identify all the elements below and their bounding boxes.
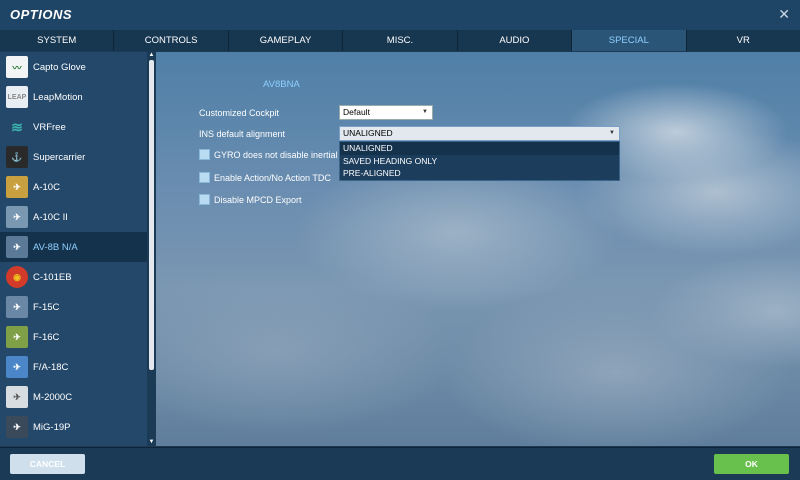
customized-cockpit-label: Customized Cockpit [199, 108, 280, 118]
ins-option-saved-heading[interactable]: SAVED HEADING ONLY [340, 155, 619, 168]
sidebar-item-label: F-16C [33, 331, 60, 343]
sidebar-item-label: C-101EB [33, 271, 72, 283]
leapmotion-logo-icon: LEAP [6, 86, 28, 108]
gyro-checkbox[interactable] [199, 149, 210, 160]
m-2000c-icon: ✈ [6, 386, 28, 408]
a-10c-ii-icon: ✈ [6, 206, 28, 228]
ok-button[interactable]: OK [714, 454, 789, 474]
vrfree-logo-icon: ≋ [11, 118, 23, 135]
sidebar-item-label: Supercarrier [33, 151, 86, 163]
customized-cockpit-select[interactable]: Default ▼ [339, 105, 433, 120]
tab-controls[interactable]: CONTROLS [114, 30, 229, 51]
module-sidebar: 〰 Capto Glove LEAP LeapMotion ≋ VRFree ⚓… [0, 52, 147, 446]
scroll-up-icon[interactable]: ▲ [147, 52, 156, 59]
title-bar: OPTIONS ✕ [0, 0, 800, 30]
mpcd-export-checkbox-row[interactable]: Disable MPCD Export [199, 194, 302, 205]
capto-glove-logo-icon: 〰 [6, 56, 28, 78]
sidebar-item-supercarrier[interactable]: ⚓ Supercarrier [0, 142, 147, 172]
c-101eb-icon: ◉ [6, 266, 28, 288]
sidebar-item-label: VRFree [33, 121, 66, 133]
sidebar-item-label: MiG-19P [33, 421, 71, 433]
sidebar-scrollbar[interactable]: ▲ ▼ [147, 52, 156, 446]
cancel-button[interactable]: CANCEL [10, 454, 85, 474]
sidebar-item-label: F-15C [33, 301, 60, 313]
scroll-thumb[interactable] [149, 60, 154, 370]
action-tdc-checkbox-row[interactable]: Enable Action/No Action TDC [199, 172, 331, 183]
action-tdc-checkbox[interactable] [199, 172, 210, 183]
a-10c-icon: ✈ [6, 176, 28, 198]
tab-misc[interactable]: MISC. [343, 30, 458, 51]
window-title: OPTIONS [10, 7, 73, 22]
ins-alignment-value: UNALIGNED [343, 128, 393, 138]
section-title: AV8BNA [263, 79, 300, 90]
tab-vr[interactable]: VR [686, 30, 800, 51]
chevron-down-icon: ▼ [422, 109, 428, 115]
sidebar-item-vrfree[interactable]: ≋ VRFree [0, 112, 147, 142]
ins-option-unaligned[interactable]: UNALIGNED [340, 142, 619, 155]
sidebar-item-mig-19p[interactable]: ✈ MiG-19P [0, 412, 147, 442]
gyro-checkbox-row[interactable]: GYRO does not disable inertial nav [199, 149, 355, 160]
sidebar-item-capto-glove[interactable]: 〰 Capto Glove [0, 52, 147, 82]
sidebar-item-label: F/A-18C [33, 361, 69, 373]
sidebar-item-label: A-10C II [33, 211, 68, 223]
fa-18c-icon: ✈ [6, 356, 28, 378]
sidebar-item-label: A-10C [33, 181, 60, 193]
sidebar-item-c-101eb[interactable]: ◉ C-101EB [0, 262, 147, 292]
ins-option-pre-aligned[interactable]: PRE-ALIGNED [340, 167, 619, 180]
ins-alignment-dropdown: UNALIGNED SAVED HEADING ONLY PRE-ALIGNED [339, 141, 620, 181]
mpcd-export-checkbox-label: Disable MPCD Export [214, 194, 302, 205]
supercarrier-icon: ⚓ [6, 146, 28, 168]
sidebar-item-fa-18c[interactable]: ✈ F/A-18C [0, 352, 147, 382]
customized-cockpit-value: Default [343, 107, 370, 117]
tab-special[interactable]: SPECIAL [572, 30, 687, 51]
special-options-panel: AV8BNA Customized Cockpit Default ▼ INS … [156, 52, 800, 446]
gyro-checkbox-label: GYRO does not disable inertial nav [214, 149, 355, 160]
av-8b-icon: ✈ [6, 236, 28, 258]
tab-bar: SYSTEM CONTROLS GAMEPLAY MISC. AUDIO SPE… [0, 30, 800, 51]
sidebar-item-f-16c[interactable]: ✈ F-16C [0, 322, 147, 352]
sidebar-item-f-15c[interactable]: ✈ F-15C [0, 292, 147, 322]
sidebar-item-a-10c-ii[interactable]: ✈ A-10C II [0, 202, 147, 232]
sidebar-item-a-10c[interactable]: ✈ A-10C [0, 172, 147, 202]
action-tdc-checkbox-label: Enable Action/No Action TDC [214, 172, 331, 183]
sidebar-item-m-2000c[interactable]: ✈ M-2000C [0, 382, 147, 412]
sidebar-item-label: LeapMotion [33, 91, 83, 103]
close-icon[interactable]: ✕ [778, 6, 790, 23]
mig-19p-icon: ✈ [6, 416, 28, 438]
sidebar-item-av-8b[interactable]: ✈ AV-8B N/A [0, 232, 147, 262]
footer-bar: CANCEL OK [0, 447, 800, 480]
sidebar-item-label: AV-8B N/A [33, 241, 78, 253]
mpcd-export-checkbox[interactable] [199, 194, 210, 205]
ins-alignment-label: INS default alignment [199, 129, 286, 139]
f-15c-icon: ✈ [6, 296, 28, 318]
sidebar-item-label: Capto Glove [33, 61, 86, 73]
chevron-down-icon: ▼ [609, 130, 615, 136]
scroll-down-icon[interactable]: ▼ [147, 439, 156, 446]
tab-gameplay[interactable]: GAMEPLAY [228, 30, 344, 51]
sidebar-item-leapmotion[interactable]: LEAP LeapMotion [0, 82, 147, 112]
f-16c-icon: ✈ [6, 326, 28, 348]
tab-audio[interactable]: AUDIO [457, 30, 573, 51]
sidebar-item-label: M-2000C [33, 391, 73, 403]
ins-alignment-select[interactable]: UNALIGNED ▼ [339, 126, 620, 141]
tab-system[interactable]: SYSTEM [0, 30, 115, 51]
